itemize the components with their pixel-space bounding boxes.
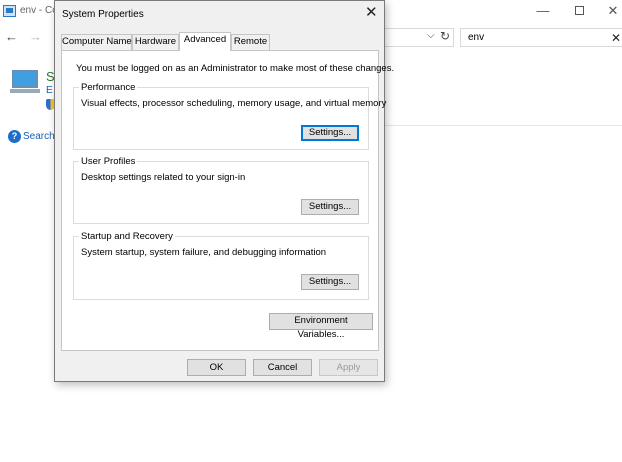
divider (384, 125, 622, 126)
control-panel-icon (3, 5, 16, 17)
user-profiles-settings-button[interactable]: Settings... (301, 199, 359, 215)
tab-hardware[interactable]: Hardware (132, 34, 179, 50)
environment-variables-button[interactable]: Environment Variables... (269, 313, 373, 340)
minimize-icon[interactable]: — (534, 3, 552, 18)
user-profiles-label: User Profiles (79, 156, 138, 167)
ok-button[interactable]: OK (187, 359, 246, 376)
startup-recovery-settings-button[interactable]: Settings... (301, 274, 359, 290)
startup-recovery-description: System startup, system failure, and debu… (81, 247, 327, 258)
performance-group: Performance Visual effects, processor sc… (73, 82, 386, 150)
startup-recovery-group: Startup and Recovery System startup, sys… (73, 231, 369, 300)
background-window-title: env - Co (20, 5, 58, 16)
performance-description: Visual effects, processor scheduling, me… (81, 98, 387, 109)
refresh-icon[interactable]: ↻ (440, 29, 450, 43)
user-profiles-description: Desktop settings related to your sign-in (81, 172, 246, 183)
computer-icon (10, 70, 40, 93)
search-input[interactable]: env ✕ (460, 28, 622, 47)
system-properties-dialog: System Properties ✕ Computer Name Hardwa… (54, 0, 394, 382)
maximize-icon[interactable] (570, 3, 588, 18)
dialog-close-icon[interactable]: ✕ (365, 5, 378, 20)
close-icon[interactable]: ✕ (604, 3, 622, 19)
administrator-note: You must be logged on as an Administrato… (76, 63, 395, 74)
tab-advanced[interactable]: Advanced (179, 32, 231, 51)
performance-label: Performance (79, 82, 138, 93)
tab-computer-name[interactable]: Computer Name (61, 34, 132, 50)
address-dropdown-icon[interactable]: ⌵ (427, 30, 435, 41)
tab-remote[interactable]: Remote (231, 34, 270, 50)
help-icon[interactable]: ? (8, 130, 21, 143)
search-input-value: env (468, 32, 485, 43)
user-profiles-group: User Profiles Desktop settings related t… (73, 156, 369, 224)
clear-search-icon[interactable]: ✕ (611, 31, 621, 45)
result-link-fragment[interactable]: E (46, 85, 53, 96)
startup-recovery-label: Startup and Recovery (79, 231, 175, 242)
forward-arrow-icon[interactable]: → (29, 29, 42, 44)
performance-settings-button[interactable]: Settings... (301, 125, 359, 141)
dialog-title: System Properties (62, 9, 144, 20)
search-help-link[interactable]: Search (23, 131, 55, 142)
back-arrow-icon[interactable]: ← (5, 29, 18, 44)
apply-button[interactable]: Apply (319, 359, 378, 376)
advanced-tab-panel: You must be logged on as an Administrato… (61, 50, 394, 351)
cancel-button[interactable]: Cancel (253, 359, 312, 376)
